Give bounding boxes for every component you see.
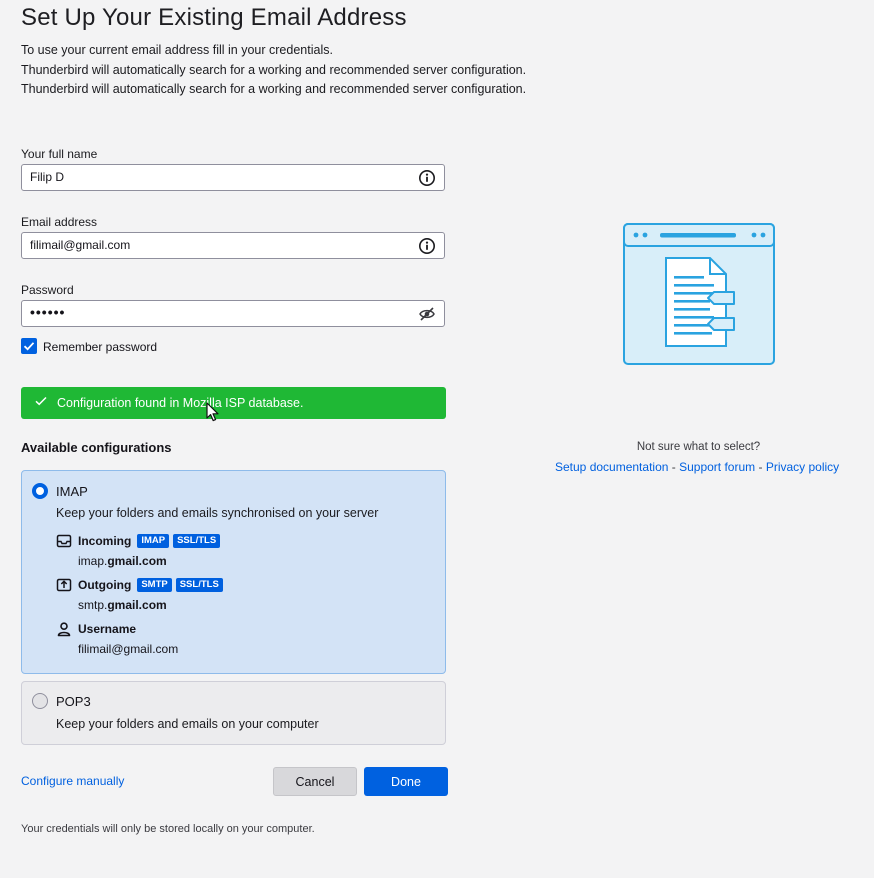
outgoing-security-badge: SSL/TLS <box>175 578 223 592</box>
pop3-option-card[interactable]: POP3 Keep your folders and emails on you… <box>21 681 446 745</box>
inbox-icon <box>56 534 72 548</box>
incoming-host: imap.gmail.com <box>78 554 167 568</box>
email-label: Email address <box>21 215 98 229</box>
password-value: •••••• <box>30 304 66 320</box>
cancel-button[interactable]: Cancel <box>273 767 357 796</box>
pop3-description: Keep your folders and emails on your com… <box>56 717 319 731</box>
description-line-2: Thunderbird will automatically search fo… <box>21 63 527 77</box>
imap-title: IMAP <box>56 484 88 499</box>
imap-radio[interactable] <box>32 483 48 499</box>
remember-password-checkbox[interactable] <box>21 338 37 354</box>
description-line-1: To use your current email address fill i… <box>21 43 333 57</box>
email-value: filimail@gmail.com <box>30 238 131 252</box>
privacy-policy-link[interactable]: Privacy policy <box>766 460 839 474</box>
pop3-radio[interactable] <box>32 693 48 709</box>
info-icon[interactable] <box>418 237 436 255</box>
imap-option-card[interactable]: IMAP Keep your folders and emails synchr… <box>21 470 446 674</box>
outgoing-protocol-badge: SMTP <box>137 578 172 592</box>
help-links: Setup documentation - Support forum - Pr… <box>555 460 839 474</box>
outgoing-host: smtp.gmail.com <box>78 598 167 612</box>
help-separator: - <box>668 460 680 474</box>
done-button[interactable]: Done <box>364 767 448 796</box>
incoming-label: Incoming <box>78 534 132 548</box>
full-name-value: Filip D <box>30 170 65 184</box>
full-name-label: Your full name <box>21 147 98 161</box>
eye-slash-icon[interactable] <box>418 305 436 323</box>
username-label: Username <box>78 622 137 636</box>
help-separator: - <box>755 460 766 474</box>
outbox-icon <box>56 578 72 592</box>
page-title: Set Up Your Existing Email Address <box>21 4 407 31</box>
info-icon[interactable] <box>418 169 436 187</box>
footer-note: Your credentials will only be stored loc… <box>21 823 315 835</box>
incoming-security-badge: SSL/TLS <box>173 534 221 548</box>
description-line-3: Thunderbird will automatically search fo… <box>21 82 527 96</box>
email-input[interactable]: filimail@gmail.com <box>21 232 445 259</box>
user-icon <box>57 622 71 637</box>
remember-password-label: Remember password <box>43 340 158 354</box>
help-prompt: Not sure what to select? <box>636 441 761 453</box>
incoming-protocol-badge: IMAP <box>137 534 170 548</box>
configure-manually-link[interactable]: Configure manually <box>21 774 124 788</box>
incoming-host-prefix: imap. <box>78 554 108 568</box>
checkmark-icon <box>23 342 35 351</box>
outgoing-host-domain: gmail.com <box>107 598 167 612</box>
pop3-title: POP3 <box>56 694 91 709</box>
username-value: filimail@gmail.com <box>78 642 179 656</box>
notice-text: Configuration found in Mozilla ISP datab… <box>57 396 304 410</box>
outgoing-host-prefix: smtp. <box>78 598 108 612</box>
config-found-notice: Configuration found in Mozilla ISP datab… <box>21 387 446 419</box>
support-forum-link[interactable]: Support forum <box>679 460 755 474</box>
available-configurations-title: Available configurations <box>21 440 172 455</box>
imap-description: Keep your folders and emails synchronise… <box>56 506 379 520</box>
incoming-host-domain: gmail.com <box>107 554 167 568</box>
checkmark-icon <box>35 396 47 406</box>
setup-documentation-link[interactable]: Setup documentation <box>555 460 668 474</box>
password-label: Password <box>21 283 74 297</box>
full-name-input[interactable]: Filip D <box>21 164 445 191</box>
outgoing-label: Outgoing <box>78 578 132 592</box>
document-window-icon <box>623 223 775 365</box>
password-input[interactable]: •••••• <box>21 300 445 327</box>
mouse-cursor-icon <box>206 402 219 422</box>
